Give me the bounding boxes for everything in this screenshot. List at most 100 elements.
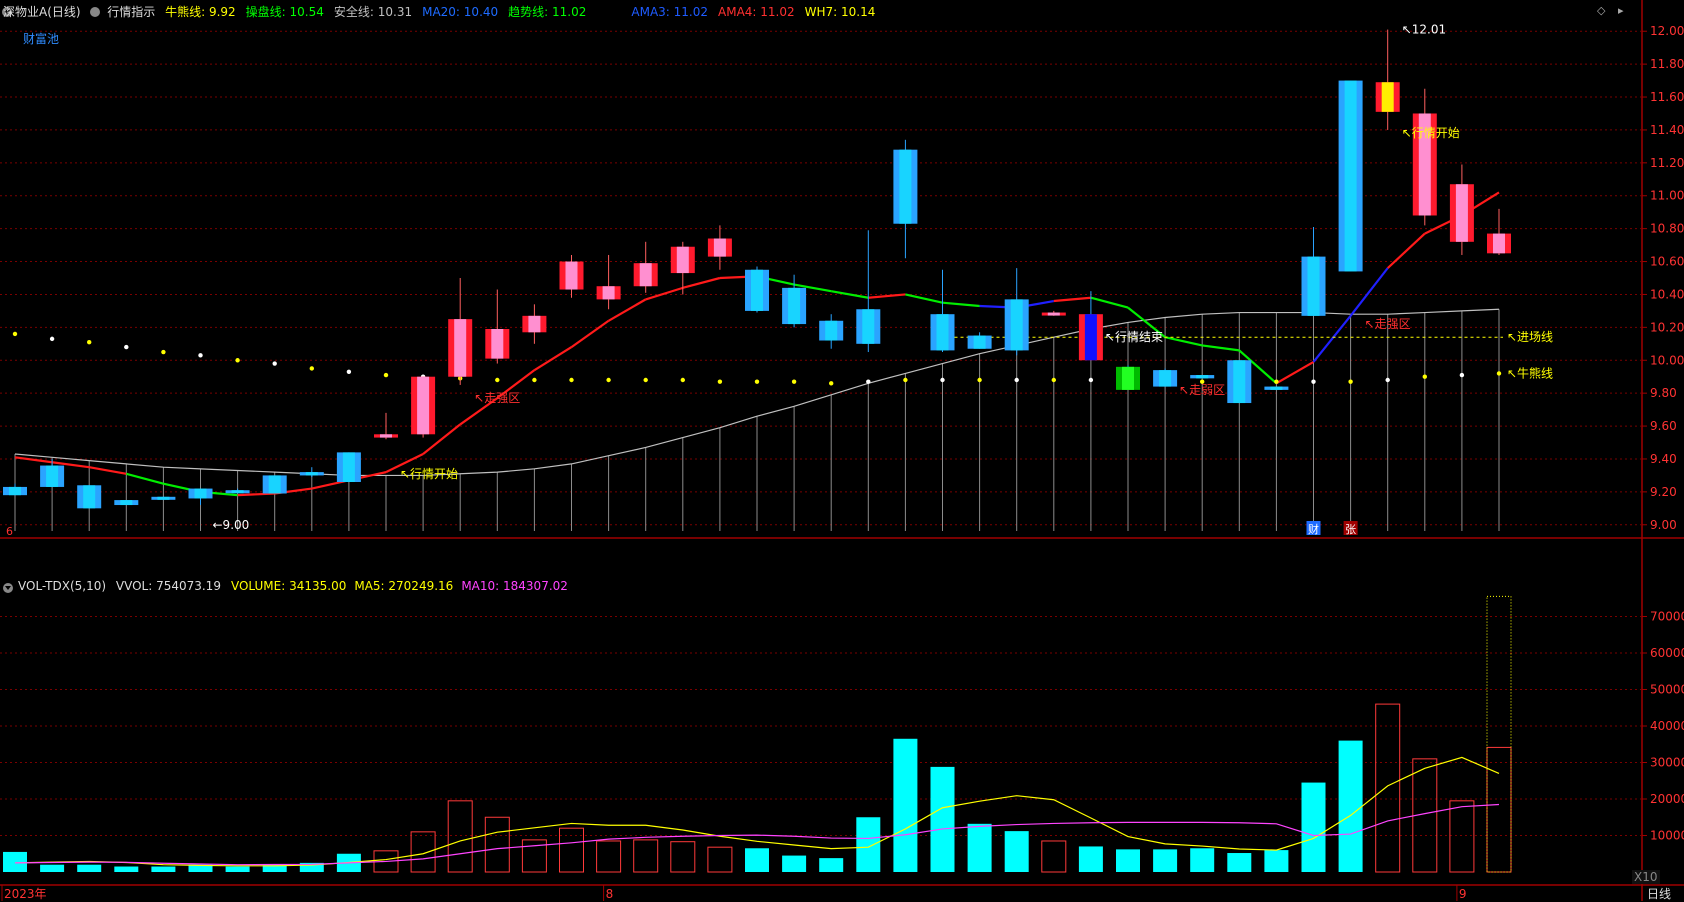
bull-bear-dot	[1311, 379, 1316, 384]
bull-bear-dot	[791, 379, 797, 384]
bull-bear-dot	[198, 353, 203, 358]
volume-indicator-name[interactable]: VOL-TDX(5,10)	[18, 579, 106, 593]
vol-collapse-icon[interactable]	[3, 583, 13, 593]
bull-bear-dot	[940, 377, 945, 383]
header-label: MA20:	[422, 5, 464, 19]
volume-bar	[633, 839, 659, 873]
trend-line-segment	[1386, 232, 1426, 269]
candle-body-center	[825, 320, 838, 341]
chart-annotation: ↖行情开始	[1402, 126, 1460, 140]
bull-bear-dot	[87, 339, 92, 345]
price-tick-label: 11.60	[1650, 90, 1684, 104]
header-label: WH7:	[804, 5, 842, 19]
chart-annotation: ↖行情结束	[1105, 330, 1163, 344]
trend-line-segment	[942, 301, 980, 308]
price-tick-label: 11.20	[1650, 156, 1684, 170]
candle-body-center	[46, 465, 59, 487]
date-label: 9	[1459, 887, 1467, 901]
volume-bar	[447, 800, 473, 873]
bottom-marker: 6	[6, 525, 13, 538]
bull-bear-dot	[1422, 374, 1428, 379]
candle-body-center	[120, 500, 133, 506]
vol-header-value: 34135.00	[289, 579, 347, 593]
candle-body-center	[1270, 386, 1283, 390]
volume-bar	[745, 848, 769, 872]
price-tick-label: 11.00	[1650, 189, 1684, 203]
volume-bar	[1486, 746, 1512, 873]
bull-bear-dot	[1088, 377, 1094, 383]
menu-arrow-icon[interactable]: ▸	[1618, 4, 1624, 17]
wealth-pool-label[interactable]: 财富池	[23, 30, 59, 47]
bull-bear-dot	[383, 372, 389, 378]
indicator-name[interactable]: 行情指示	[107, 5, 155, 19]
trend-line-segment	[533, 346, 573, 372]
volume-tick-label: 30000	[1650, 756, 1684, 770]
volume-tick-label: 60000	[1650, 646, 1684, 660]
chart-annotation: ↖走强区	[1365, 317, 1411, 331]
vol-header-item-0: VVOL: 754073.19	[116, 579, 221, 593]
header-item-2: 安全线: 10.31	[334, 5, 412, 19]
candle-body-center	[454, 319, 467, 377]
vol-header-item-1: VOLUME: 34135.00	[231, 579, 346, 593]
volume-bar	[930, 766, 955, 872]
header-value: 11.02	[552, 5, 587, 19]
price-tick-label: 10.60	[1650, 255, 1684, 269]
header-label: 安全线:	[333, 5, 378, 19]
candle-body-center	[973, 335, 986, 349]
volume-bar	[40, 864, 65, 872]
stock-chart: 9.00 9.20 9.40 9.60 9.80 10.00 10.20 10.40 10.60…	[0, 0, 1684, 901]
candle-body-center	[268, 475, 281, 494]
bull-bear-dot	[532, 377, 537, 383]
signal-marker-text: 财	[1308, 522, 1319, 536]
trend-line-segment	[14, 456, 53, 464]
volume-bar	[1227, 853, 1252, 872]
candle-body-center	[417, 376, 430, 435]
header-value: 10.31	[377, 5, 413, 19]
vol-header-label: VVOL:	[115, 579, 157, 593]
bull-bear-dot	[272, 361, 277, 366]
date-label: 2023年	[4, 887, 47, 901]
header-value: 10.14	[841, 5, 876, 19]
period-label[interactable]: 日线	[1647, 885, 1671, 902]
trend-line-segment	[1090, 296, 1129, 309]
vol-header-label: MA5:	[354, 579, 389, 593]
price-tick-label: 10.40	[1650, 287, 1684, 301]
bull-bear-dot	[1496, 371, 1502, 376]
candle-body-center	[1233, 360, 1246, 404]
bull-bear-dot	[866, 379, 871, 384]
diamond-icon[interactable]: ◇	[1597, 4, 1605, 17]
price-tick-label: 9.00	[1650, 518, 1677, 532]
candle-body-center	[862, 309, 875, 344]
candle-body-center	[1084, 314, 1097, 361]
volume-bar	[225, 866, 250, 872]
header-item-5: AMA3: 11.02	[631, 5, 708, 19]
volume-forecast-bar	[1486, 595, 1512, 873]
trend-line-segment	[570, 319, 610, 348]
candle-body-center	[788, 287, 801, 325]
header-item-0: 牛熊线: 9.92	[165, 5, 236, 19]
indicator-toggle-icon[interactable]	[90, 7, 101, 17]
trend-line-segment	[905, 293, 943, 304]
bull-bear-dot	[606, 377, 611, 383]
volume-bar	[670, 841, 696, 873]
trend-line-segment	[608, 298, 647, 322]
volume-bar	[856, 817, 881, 872]
bull-bear-dot	[495, 377, 500, 383]
volume-bar	[1078, 846, 1103, 872]
bull-bear-dot	[235, 358, 240, 363]
volume-tick-label: 70000	[1650, 610, 1684, 624]
header-label: AMA3:	[631, 5, 674, 19]
bull-bear-dot	[643, 377, 648, 383]
candle-body-center	[936, 314, 949, 351]
candle-body-center	[380, 434, 392, 438]
header-item-1: 操盘线: 10.54	[246, 5, 324, 19]
signal-marker-text: 张	[1345, 523, 1356, 536]
candle-body-center	[1122, 366, 1134, 390]
candle-body-center	[9, 486, 21, 496]
candle-body-center	[676, 246, 689, 274]
candle-body-center	[713, 238, 726, 257]
volume-bar	[77, 864, 102, 872]
candle-body-center	[528, 315, 541, 333]
volume-bar	[484, 816, 510, 873]
header-label: 牛熊线:	[165, 5, 209, 19]
